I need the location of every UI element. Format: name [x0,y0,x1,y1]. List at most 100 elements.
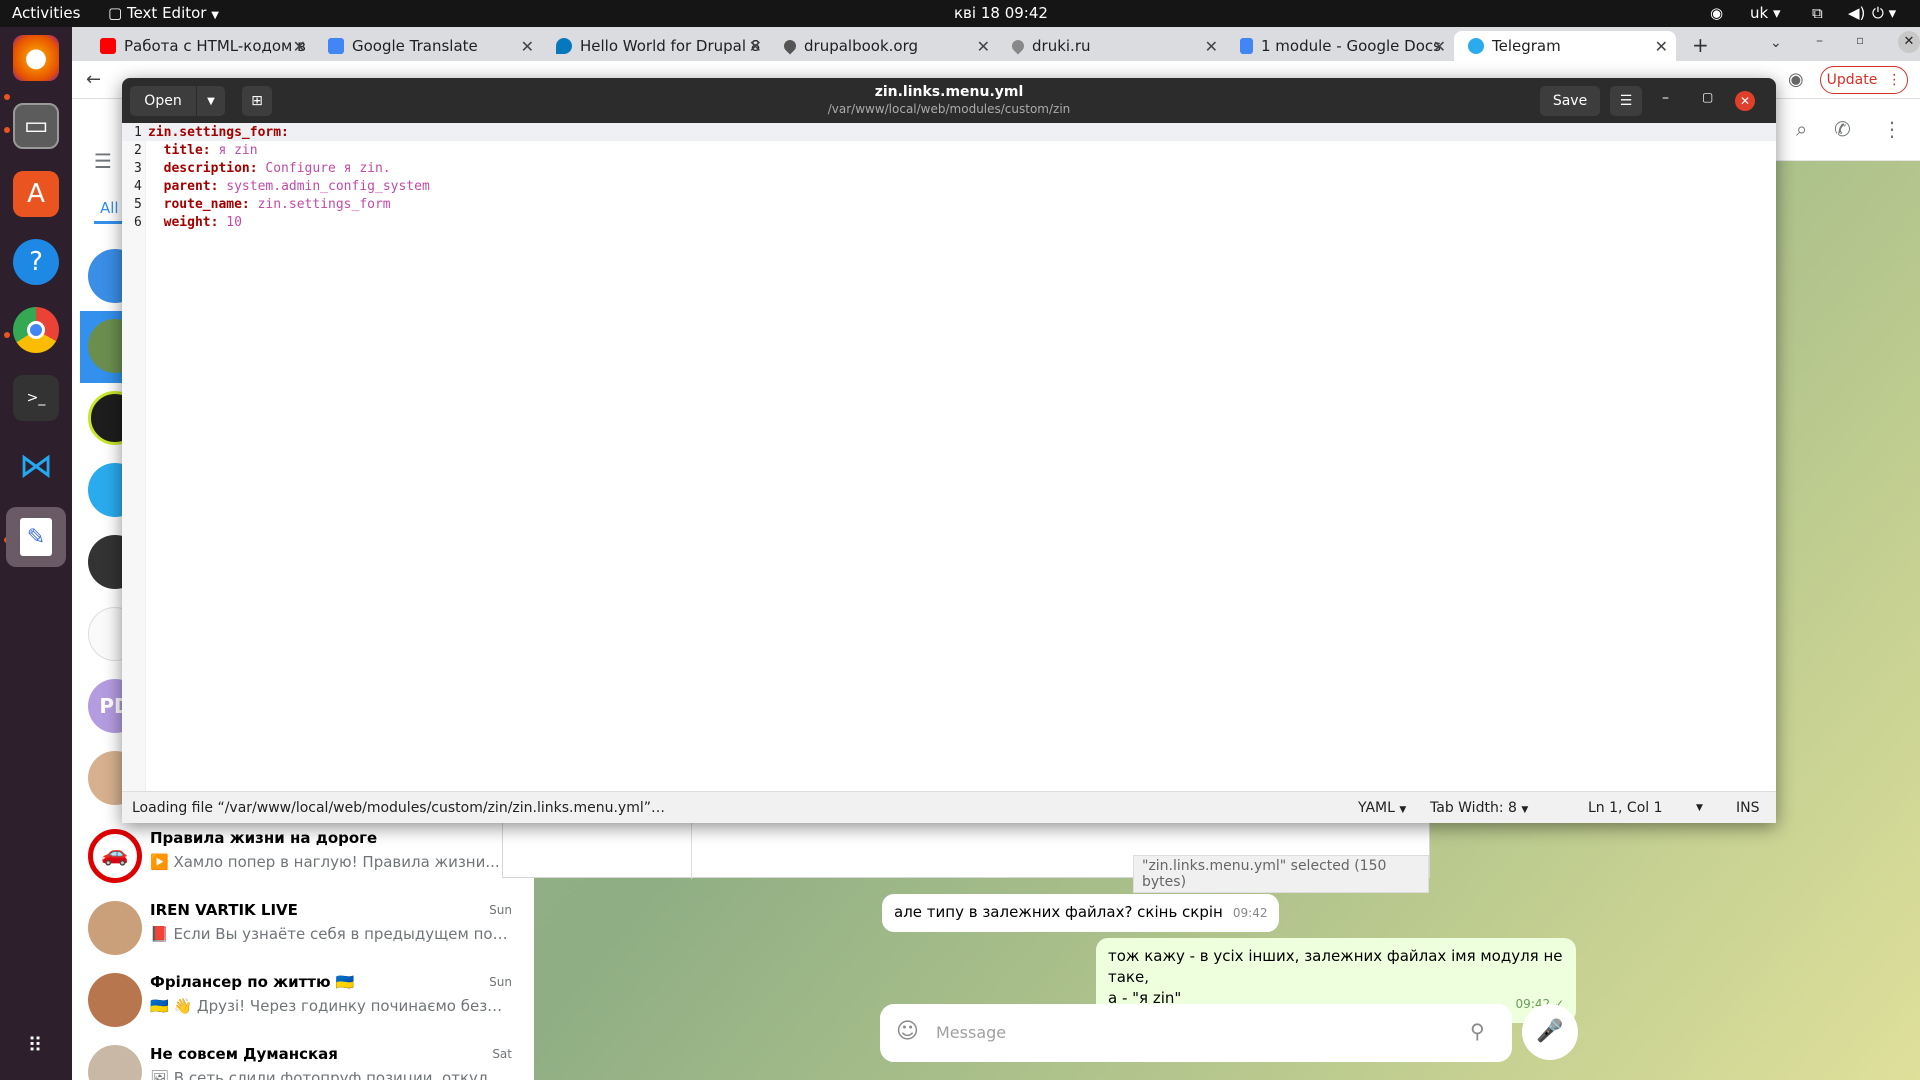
filter-all-tab[interactable]: All [100,199,119,217]
chevron-down-icon: ▼ [211,10,219,21]
firefox-icon[interactable]: ● [13,35,59,81]
close-icon[interactable]: ✕ [1655,37,1668,56]
tab-google-translate[interactable]: Google Translate ✕ [314,31,542,61]
minimize-icon[interactable]: – [1816,33,1823,49]
chat-item[interactable]: 🚗 Правила жизни на дороге ▶️ Хамло попер… [72,819,534,891]
close-window-icon[interactable]: ✕ [1898,31,1920,53]
tab-telegram[interactable]: Telegram ✕ [1454,31,1676,61]
tab-width-selector[interactable]: Tab Width: 8 ▼ [1430,800,1528,816]
tab-label: Hello World for Drupal 8 [580,37,761,55]
code-line[interactable]: route_name: zin.settings_form [148,197,391,212]
code-line[interactable]: parent: system.admin_config_system [148,179,430,194]
chevron-down-icon[interactable]: ▼ [1696,803,1703,813]
editor-status-bar: Loading file “/var/www/local/web/modules… [122,791,1776,823]
software-center-icon[interactable]: A [13,171,59,217]
save-button[interactable]: Save [1540,86,1600,116]
help-icon[interactable]: ? [13,239,59,285]
close-icon[interactable]: ✕ [749,37,762,56]
chat-avatar [88,1045,142,1080]
language-selector[interactable]: YAML ▼ [1358,800,1406,816]
message-input[interactable]: Message [936,1023,1006,1042]
translate-icon [328,38,344,54]
close-window-icon[interactable]: ✕ [1735,91,1755,111]
show-apps-icon[interactable]: ⠿ [13,1022,59,1068]
maximize-icon[interactable]: ▢ [1702,90,1713,104]
line-number: 6 [134,215,142,230]
top-bar: Activities ▢ Text Editor ▼ кві 18 09:42 … [0,0,1920,27]
files-icon[interactable]: ▭ [13,103,59,149]
code-line[interactable]: weight: 10 [148,215,242,230]
tab-druki[interactable]: druki.ru ✕ [998,31,1226,61]
tab-search-icon[interactable]: ⌄ [1770,35,1782,51]
tab-hello-world-drupal[interactable]: Hello World for Drupal 8 ✕ [542,31,770,61]
volume-icon[interactable]: ◀) [1848,4,1865,22]
chat-avatar [88,901,142,955]
vscode-icon[interactable]: ⋈ [13,443,59,489]
profile-icon[interactable]: ◉ [1788,69,1804,90]
power-icon[interactable]: ⏻ ▾ [1872,4,1896,22]
search-icon[interactable]: ⌕ [1796,117,1807,141]
update-button[interactable]: Update ⋮ [1820,66,1908,94]
network-icon[interactable]: ⧉ [1812,4,1823,22]
app-menu-label: Text Editor [126,4,207,22]
running-indicator [4,94,10,100]
new-tab-icon[interactable]: + [1692,33,1709,57]
code-line[interactable]: zin.settings_form: [148,125,289,140]
line-number: 2 [134,143,142,158]
line-number: 1 [134,125,142,140]
tab-label: 1 module - Google Docs [1261,37,1441,55]
close-icon[interactable]: ✕ [293,37,306,56]
message-composer: ☺ Message ⚲ [880,1004,1512,1062]
minimize-icon[interactable]: – [1662,90,1669,106]
tab-youtube[interactable]: Работа с HTML-кодом в ✕ [86,31,314,61]
incoming-message[interactable]: але типу в залежних файлах? скінь скрін 0… [882,894,1280,932]
tab-google-docs[interactable]: 1 module - Google Docs ✕ [1226,31,1454,61]
code-line[interactable]: title: я zin [148,143,258,158]
chat-item[interactable]: IREN VARTIK LIVE 📕 Если Вы узнаёте себя … [72,891,534,963]
terminal-icon[interactable]: >_ [13,375,59,421]
app-menu[interactable]: ▢ Text Editor ▼ [108,4,219,22]
chat-item[interactable]: Не совсем Думанская 🖼 В сеть слили фотоп… [72,1035,534,1080]
tab-drupalbook[interactable]: drupalbook.org ✕ [770,31,998,61]
chat-item[interactable]: Фрілансер по життю 🇺🇦 🇺🇦 👋 Друзі! Через … [72,963,534,1035]
close-icon[interactable]: ✕ [1433,37,1446,56]
tab-label: druki.ru [1032,37,1091,55]
insert-mode[interactable]: INS [1736,800,1760,816]
cursor-position[interactable]: Ln 1, Col 1 [1588,800,1663,816]
telegram-icon [1468,38,1484,54]
chrome-icon[interactable] [13,307,59,353]
running-indicator [4,127,10,133]
chat-avatar [88,973,142,1027]
hamburger-menu-icon[interactable]: ☰ [94,149,112,173]
text-editor-dock-icon[interactable]: ✎ [6,507,66,567]
phone-icon[interactable]: ✆ [1834,117,1851,141]
keyboard-layout[interactable]: uk ▾ [1750,4,1781,22]
emoji-icon[interactable]: ☺ [896,1019,919,1044]
chevron-down-icon: ▼ [1399,805,1407,815]
line-number: 4 [134,179,142,194]
microphone-button[interactable]: 🎤 [1522,1004,1578,1060]
line-number: 5 [134,197,142,212]
back-icon[interactable]: ← [86,69,101,90]
hamburger-menu-icon: ☰ [1619,93,1633,109]
activities-button[interactable]: Activities [12,4,80,22]
youtube-icon [100,38,116,54]
restore-icon[interactable]: ▫ [1856,33,1864,47]
chrome-tray-icon[interactable]: ◉ [1710,4,1723,22]
close-icon[interactable]: ✕ [977,37,990,56]
loading-status: Loading file “/var/www/local/web/modules… [132,800,665,816]
car-icon: 🚗 [88,829,142,883]
main-menu-button[interactable]: ☰ [1610,86,1642,116]
docs-icon [1240,38,1253,54]
close-icon[interactable]: ✕ [1205,37,1218,56]
file-chooser-dialog: "zin.links.menu.yml" selected (150 bytes… [502,820,1430,893]
tab-label: drupalbook.org [804,37,919,55]
code-line[interactable]: description: Configure я zin. [148,161,391,176]
more-options-icon[interactable]: ⋮ [1882,117,1902,141]
attach-icon[interactable]: ⚲ [1470,1019,1485,1043]
file-selection-status: "zin.links.menu.yml" selected (150 bytes… [1133,855,1429,893]
text-editor-icon: ▢ [108,4,123,22]
document-path: /var/www/local/web/modules/custom/zin [827,102,1071,116]
close-icon[interactable]: ✕ [521,37,534,56]
clock[interactable]: кві 18 09:42 [954,4,1048,22]
